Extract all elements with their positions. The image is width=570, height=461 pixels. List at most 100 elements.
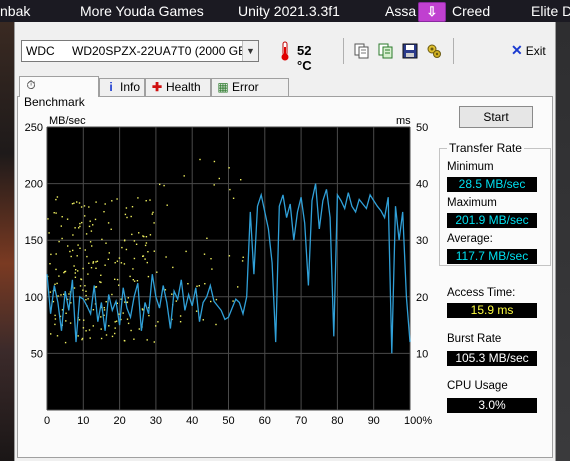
- access-time-point: [67, 245, 69, 247]
- access-time-point: [185, 250, 187, 253]
- access-time-point: [131, 206, 134, 208]
- access-time-point: [101, 238, 103, 241]
- access-time-point: [84, 249, 86, 251]
- access-time-point: [146, 261, 148, 264]
- access-time-point: [114, 332, 116, 335]
- access-time-point: [107, 258, 109, 260]
- access-time-point: [142, 255, 144, 257]
- y-left-tick-label: 150: [25, 235, 43, 247]
- desktop-taskbar-strip: nbak More Youda Games Unity 2021.3.3f1 A…: [0, 0, 570, 22]
- access-time-point: [61, 216, 63, 218]
- access-time-point: [83, 319, 85, 321]
- access-time-point: [215, 298, 218, 301]
- right-axis-unit: ms: [396, 115, 411, 127]
- access-time-point: [195, 310, 198, 312]
- access-time-point: [80, 278, 83, 281]
- access-time-point: [72, 234, 74, 236]
- access-time-point: [149, 199, 151, 201]
- y-left-tick-label: 100: [25, 292, 43, 304]
- maximum-value: 201.9 MB/sec: [447, 213, 537, 228]
- access-time-point: [145, 242, 148, 244]
- access-time-point: [126, 216, 128, 219]
- access-time-point: [215, 323, 217, 326]
- access-time-point: [85, 290, 87, 292]
- access-time-point: [172, 266, 174, 269]
- access-time-point: [159, 183, 161, 186]
- access-time-point: [73, 265, 75, 267]
- download-folder-icon[interactable]: ⇩: [418, 2, 446, 22]
- access-time-point: [56, 196, 59, 198]
- access-time-point: [129, 275, 131, 278]
- access-time-point: [79, 285, 82, 287]
- tab-benchmark[interactable]: ⏱ Benchmark: [19, 76, 99, 109]
- access-time-point: [71, 203, 74, 205]
- x-tick-label: 100%: [404, 415, 432, 427]
- taskbar-item[interactable]: Assa: [385, 3, 416, 19]
- access-time-point: [70, 255, 72, 258]
- access-time-point: [92, 261, 95, 263]
- access-time-point: [95, 267, 97, 269]
- access-time-point: [107, 222, 110, 224]
- access-time-point: [125, 248, 128, 251]
- access-time-point: [100, 316, 102, 318]
- access-time-point: [149, 234, 152, 236]
- access-time-point: [179, 321, 182, 323]
- access-time-point: [54, 314, 56, 317]
- access-time-point: [84, 285, 86, 287]
- tab-label: Benchmark: [24, 95, 85, 109]
- access-time-point: [210, 258, 212, 260]
- access-time-point: [122, 312, 124, 314]
- x-tick-label: 20: [113, 415, 125, 427]
- taskbar-item[interactable]: Elite D: [531, 3, 570, 19]
- access-time-point: [89, 220, 91, 222]
- access-time-point: [105, 242, 107, 244]
- access-time-point: [156, 271, 158, 273]
- stopwatch-icon: ⏱: [26, 78, 36, 92]
- y-left-tick-label: 250: [25, 122, 43, 134]
- access-time-point: [78, 202, 81, 204]
- access-time-point: [104, 264, 106, 266]
- access-time-point: [89, 337, 91, 339]
- cpu-usage-value: 3.0%: [447, 398, 537, 413]
- access-time-point: [60, 294, 62, 296]
- access-time-point: [60, 225, 62, 227]
- access-time-point: [82, 327, 85, 329]
- y-left-tick-label: 50: [31, 348, 43, 360]
- taskbar-item[interactable]: Creed: [452, 3, 490, 19]
- access-time-point: [48, 232, 50, 234]
- taskbar-item[interactable]: nbak: [0, 3, 30, 19]
- access-time-point: [74, 227, 76, 229]
- taskbar-item[interactable]: More Youda Games: [80, 3, 204, 19]
- access-time-point: [132, 279, 134, 281]
- access-time-point: [183, 175, 185, 177]
- access-time-point: [127, 297, 129, 299]
- access-time-point: [240, 179, 242, 181]
- taskbar-item[interactable]: Unity 2021.3.3f1: [238, 3, 340, 19]
- access-time-point: [111, 293, 113, 296]
- access-time-point: [55, 198, 57, 201]
- access-time-point: [210, 300, 212, 303]
- access-time-point: [63, 293, 65, 296]
- access-time-point: [58, 275, 60, 277]
- access-time-point: [73, 202, 75, 204]
- access-time-point: [175, 300, 177, 302]
- access-time-point: [92, 224, 94, 226]
- access-time-point: [77, 270, 79, 272]
- access-time-point: [164, 289, 167, 291]
- access-time-point: [72, 249, 74, 252]
- access-time-point: [152, 211, 154, 214]
- access-time-point: [69, 322, 72, 324]
- access-time-point: [145, 236, 148, 238]
- access-time-point: [242, 256, 244, 258]
- access-time-point: [58, 240, 60, 243]
- access-time-point: [166, 204, 168, 206]
- average-value: 117.7 MB/sec: [447, 249, 537, 264]
- access-time-point: [92, 309, 95, 311]
- access-time-point: [126, 318, 129, 320]
- access-time-label: Access Time:: [447, 287, 516, 299]
- access-time-point: [232, 300, 234, 302]
- access-time-point: [76, 255, 78, 257]
- access-time-point: [153, 250, 155, 252]
- start-button[interactable]: Start: [459, 106, 533, 128]
- access-time-point: [137, 197, 139, 199]
